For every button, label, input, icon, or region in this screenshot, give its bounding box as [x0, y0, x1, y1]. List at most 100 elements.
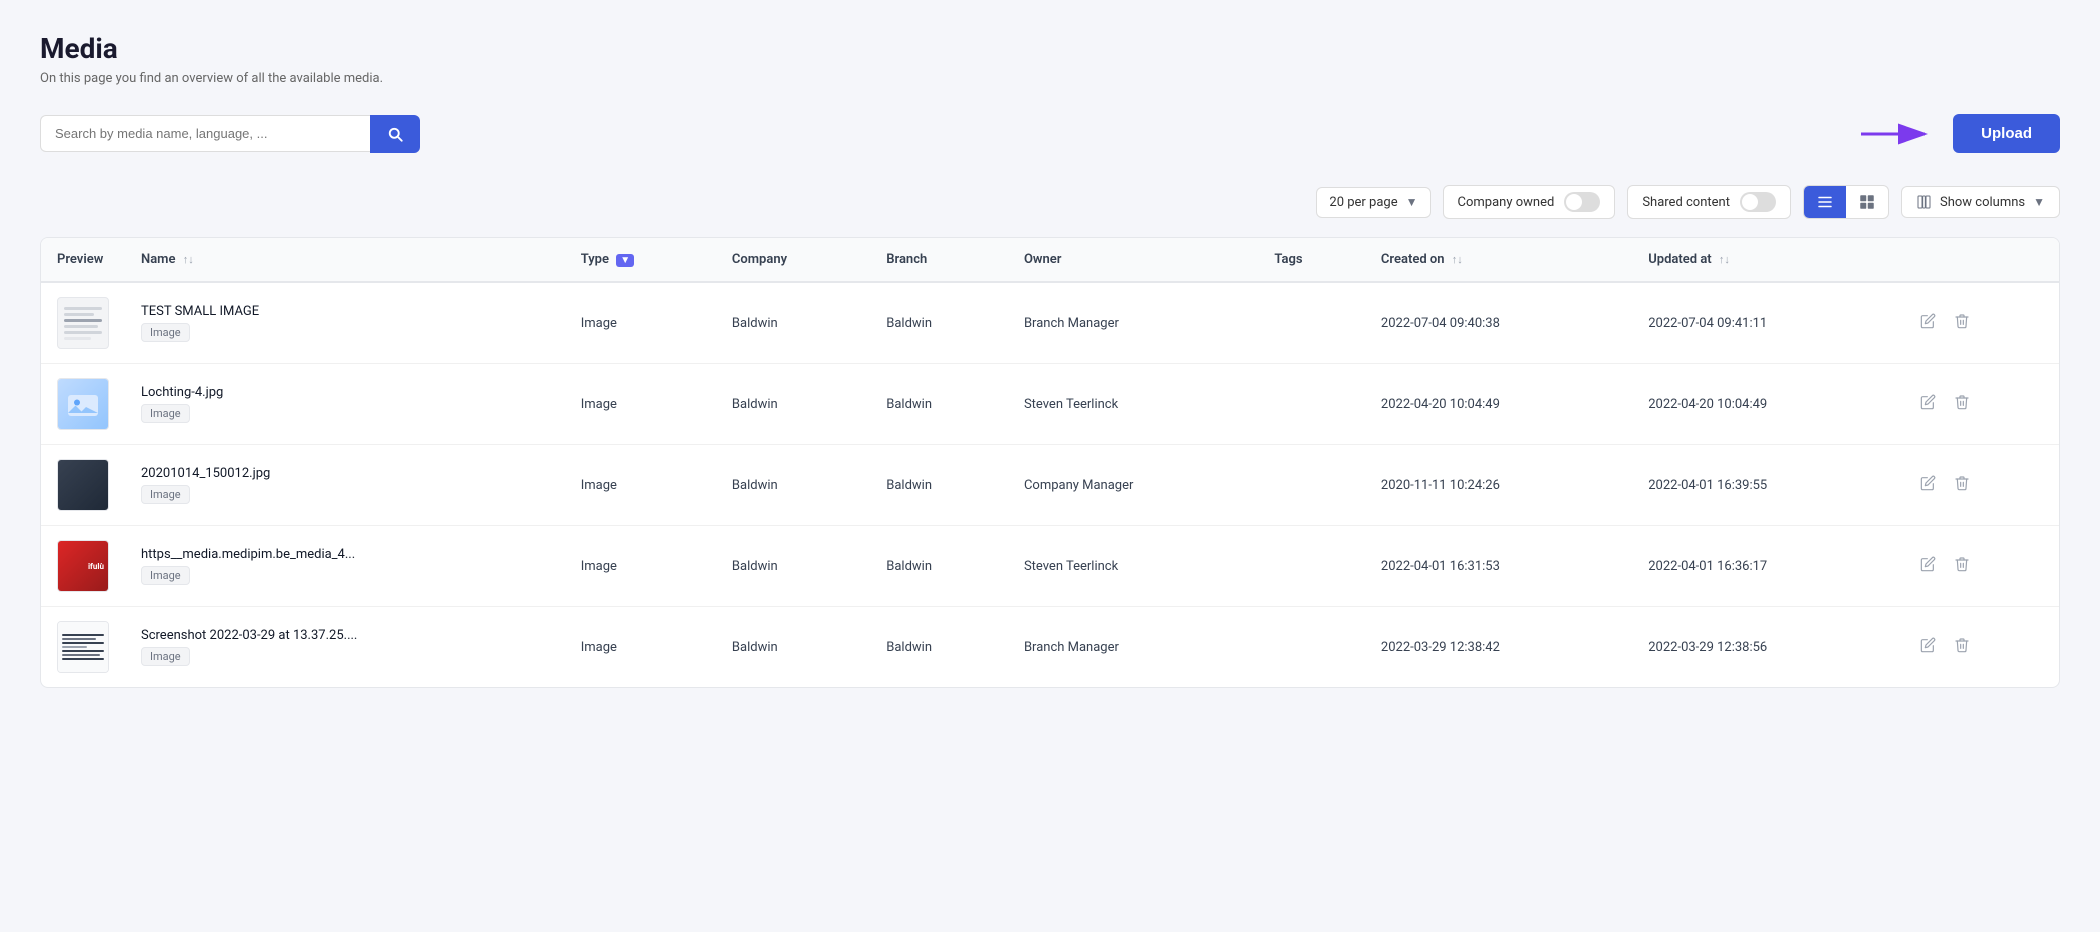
cell-type: Image	[565, 607, 716, 688]
cell-name: https__media.medipim.be_media_4... Image	[125, 526, 565, 607]
edit-button[interactable]	[1916, 552, 1940, 581]
chevron-down-icon: ▼	[2033, 195, 2045, 209]
search-button[interactable]	[370, 115, 420, 153]
cell-preview	[41, 445, 125, 526]
item-name: TEST SMALL IMAGE	[141, 304, 549, 319]
arrow-icon	[1857, 119, 1937, 149]
cell-name: TEST SMALL IMAGE Image	[125, 282, 565, 364]
cell-updated-at: 2022-04-01 16:36:17	[1632, 526, 1899, 607]
col-header-created-on[interactable]: Created on ↑↓	[1365, 238, 1632, 282]
cell-created-on: 2022-04-01 16:31:53	[1365, 526, 1632, 607]
item-badge: Image	[141, 566, 190, 585]
search-icon	[386, 125, 404, 143]
table-row: TEST SMALL IMAGE Image Image Baldwin Bal…	[41, 282, 2059, 364]
col-header-type[interactable]: Type ▼	[565, 238, 716, 282]
edit-button[interactable]	[1916, 471, 1940, 500]
delete-button[interactable]	[1950, 471, 1974, 500]
sort-icon: ↑↓	[1719, 253, 1730, 266]
col-header-branch: Branch	[870, 238, 1008, 282]
company-owned-toggle[interactable]	[1564, 192, 1600, 212]
cell-tags	[1258, 445, 1365, 526]
search-input[interactable]	[40, 115, 370, 152]
cell-preview: ifulù	[41, 526, 125, 607]
table-row: 20201014_150012.jpg Image Image Baldwin …	[41, 445, 2059, 526]
per-page-label: 20 per page	[1329, 195, 1397, 210]
view-toggle	[1803, 185, 1889, 219]
cell-tags	[1258, 607, 1365, 688]
table-row: Lochting-4.jpg Image Image Baldwin Baldw…	[41, 364, 2059, 445]
cell-name: Lochting-4.jpg Image	[125, 364, 565, 445]
shared-content-label: Shared content	[1642, 195, 1730, 210]
cell-updated-at: 2022-07-04 09:41:11	[1632, 282, 1899, 364]
sort-icon: ↑↓	[183, 253, 194, 266]
media-table-container: Preview Name ↑↓ Type ▼ Company Branch Ow…	[40, 237, 2060, 688]
table-row: Screenshot 2022-03-29 at 13.37.25.... Im…	[41, 607, 2059, 688]
cell-tags	[1258, 526, 1365, 607]
delete-button[interactable]	[1950, 309, 1974, 338]
toggle-knob	[1566, 194, 1582, 210]
grid-view-button[interactable]	[1846, 186, 1888, 218]
thumbnail: ifulù	[57, 540, 109, 592]
show-columns-label: Show columns	[1940, 195, 2025, 210]
cell-branch: Baldwin	[870, 445, 1008, 526]
cell-created-on: 2020-11-11 10:24:26	[1365, 445, 1632, 526]
cell-owner: Branch Manager	[1008, 282, 1258, 364]
delete-button[interactable]	[1950, 633, 1974, 662]
item-name: 20201014_150012.jpg	[141, 466, 549, 481]
col-header-tags: Tags	[1258, 238, 1365, 282]
thumbnail	[57, 621, 109, 673]
cell-type: Image	[565, 364, 716, 445]
page-subtitle: On this page you find an overview of all…	[40, 71, 2060, 86]
per-page-dropdown[interactable]: 20 per page ▼	[1316, 187, 1430, 218]
item-badge: Image	[141, 485, 190, 504]
cell-branch: Baldwin	[870, 364, 1008, 445]
cell-type: Image	[565, 282, 716, 364]
cell-branch: Baldwin	[870, 607, 1008, 688]
cell-name: 20201014_150012.jpg Image	[125, 445, 565, 526]
col-header-name[interactable]: Name ↑↓	[125, 238, 565, 282]
table-row: ifulù https__media.medipim.be_media_4...…	[41, 526, 2059, 607]
cell-company: Baldwin	[716, 445, 870, 526]
item-badge: Image	[141, 323, 190, 342]
filter-icon: ▼	[616, 254, 634, 267]
table-header-row: Preview Name ↑↓ Type ▼ Company Branch Ow…	[41, 238, 2059, 282]
thumbnail	[57, 297, 109, 349]
cell-tags	[1258, 364, 1365, 445]
item-badge: Image	[141, 647, 190, 666]
sort-icon: ↑↓	[1452, 253, 1463, 266]
company-owned-toggle-group: Company owned	[1443, 185, 1616, 219]
shared-content-toggle[interactable]	[1740, 192, 1776, 212]
cell-owner: Company Manager	[1008, 445, 1258, 526]
delete-button[interactable]	[1950, 390, 1974, 419]
edit-button[interactable]	[1916, 390, 1940, 419]
cell-created-on: 2022-07-04 09:40:38	[1365, 282, 1632, 364]
cell-updated-at: 2022-04-01 16:39:55	[1632, 445, 1899, 526]
item-name: Lochting-4.jpg	[141, 385, 549, 400]
grid-view-icon	[1858, 193, 1876, 211]
col-header-actions	[1900, 238, 2059, 282]
upload-area: Upload	[1857, 114, 2060, 153]
show-columns-button[interactable]: Show columns ▼	[1901, 186, 2060, 218]
cell-actions	[1900, 282, 2059, 364]
col-header-updated-at[interactable]: Updated at ↑↓	[1632, 238, 1899, 282]
upload-button[interactable]: Upload	[1953, 114, 2060, 153]
shared-content-toggle-group: Shared content	[1627, 185, 1791, 219]
cell-type: Image	[565, 526, 716, 607]
cell-preview	[41, 282, 125, 364]
edit-button[interactable]	[1916, 309, 1940, 338]
edit-button[interactable]	[1916, 633, 1940, 662]
cell-actions	[1900, 445, 2059, 526]
cell-preview	[41, 607, 125, 688]
col-header-owner: Owner	[1008, 238, 1258, 282]
cell-owner: Steven Teerlinck	[1008, 526, 1258, 607]
list-view-button[interactable]	[1804, 186, 1846, 218]
top-bar: Upload	[40, 114, 2060, 153]
cell-company: Baldwin	[716, 526, 870, 607]
cell-updated-at: 2022-04-20 10:04:49	[1632, 364, 1899, 445]
cell-tags	[1258, 282, 1365, 364]
columns-icon	[1916, 194, 1932, 210]
delete-button[interactable]	[1950, 552, 1974, 581]
item-badge: Image	[141, 404, 190, 423]
search-container	[40, 115, 420, 153]
list-view-icon	[1816, 193, 1834, 211]
